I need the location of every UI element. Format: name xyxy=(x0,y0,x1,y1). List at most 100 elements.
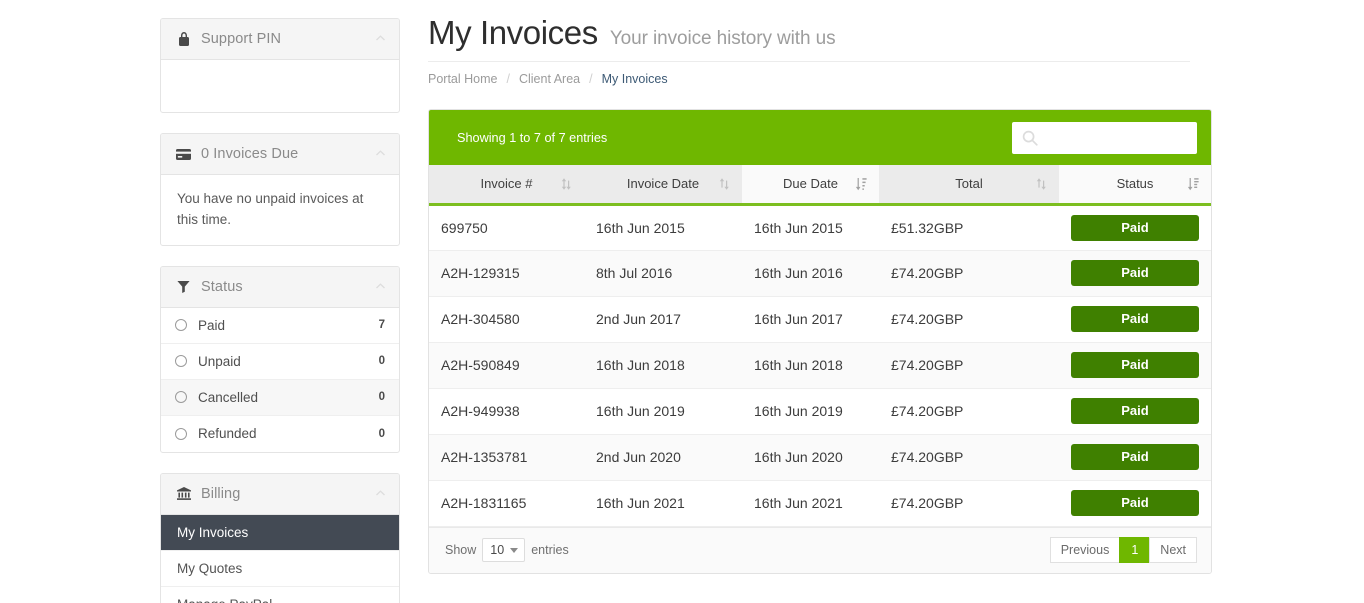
pagination: Previous 1 Next xyxy=(1049,537,1197,563)
panel-billing-header[interactable]: Billing xyxy=(161,473,399,515)
page-length-value: 10 xyxy=(490,543,505,557)
status-badge[interactable]: Paid xyxy=(1071,214,1199,241)
column-header-total[interactable]: Total xyxy=(879,165,1059,206)
cell-status: Paid xyxy=(1059,342,1211,389)
cell-total: £74.20GBP xyxy=(879,434,1059,481)
status-filter-count: 0 xyxy=(378,427,385,440)
status-filter-cancelled[interactable]: Cancelled 0 xyxy=(161,379,399,416)
panel-invoices-due-title: 0 Invoices Due xyxy=(201,146,299,162)
cell-due-date: 16th Jun 2015 xyxy=(742,204,879,251)
search-input[interactable] xyxy=(1012,121,1197,154)
panel-status: Status Paid 7 Unpaid 0 Cancelled 0 Refun… xyxy=(160,265,400,453)
chevron-up-icon[interactable] xyxy=(375,281,386,292)
panel-billing-title: Billing xyxy=(201,485,241,502)
column-label: Invoice # xyxy=(480,176,533,192)
column-label: Total xyxy=(955,176,983,192)
lock-icon xyxy=(175,31,192,47)
sidebar-item-my-quotes[interactable]: My Quotes xyxy=(161,551,399,587)
table-row[interactable]: A2H-129315 8th Jul 2016 16th Jun 2016 £7… xyxy=(429,250,1211,297)
radio-icon xyxy=(175,355,187,368)
column-header-invoice-date[interactable]: Invoice Date xyxy=(584,165,742,206)
cell-invoice-date: 2nd Jun 2017 xyxy=(584,296,742,343)
page-header: My Invoices Your invoice history with us xyxy=(428,14,1190,61)
cell-invoice-number: A2H-129315 xyxy=(429,250,584,297)
chevron-up-icon[interactable] xyxy=(375,33,386,44)
panel-status-header[interactable]: Status xyxy=(161,266,399,308)
page-title: My Invoices xyxy=(428,14,598,51)
breadcrumb-item-client-area[interactable]: Client Area xyxy=(519,72,580,86)
cell-invoice-number: A2H-1353781 xyxy=(429,434,584,481)
bank-icon xyxy=(175,486,192,502)
status-filter-count: 7 xyxy=(378,319,385,332)
pagination-next[interactable]: Next xyxy=(1149,537,1197,563)
status-filter-label: Cancelled xyxy=(198,389,259,405)
status-badge[interactable]: Paid xyxy=(1071,398,1199,424)
radio-icon xyxy=(175,391,187,404)
sidebar-item-my-invoices[interactable]: My Invoices xyxy=(161,514,399,551)
status-filter-unpaid[interactable]: Unpaid 0 xyxy=(161,344,399,380)
status-filter-label: Paid xyxy=(198,317,226,333)
cell-invoice-date: 16th Jun 2019 xyxy=(584,388,742,435)
panel-invoices-due-header[interactable]: 0 Invoices Due xyxy=(161,134,399,175)
column-header-invoice-number[interactable]: Invoice # xyxy=(429,165,584,206)
pagination-page-1[interactable]: 1 xyxy=(1119,537,1150,563)
page-root: Support PIN 0 Invoices Due You have no u… xyxy=(0,0,1364,603)
breadcrumb: Portal Home / Client Area / My Invoices xyxy=(428,61,1190,86)
status-badge[interactable]: Paid xyxy=(1071,444,1199,470)
table-row[interactable]: A2H-1353781 2nd Jun 2020 16th Jun 2020 £… xyxy=(429,434,1211,481)
cell-status: Paid xyxy=(1059,204,1211,251)
column-header-status[interactable]: Status xyxy=(1059,165,1211,206)
status-filter-refunded[interactable]: Refunded 0 xyxy=(161,416,399,452)
pagination-previous[interactable]: Previous xyxy=(1049,537,1120,563)
chevron-down-icon xyxy=(510,548,519,553)
status-badge[interactable]: Paid xyxy=(1071,352,1199,378)
status-badge[interactable]: Paid xyxy=(1071,260,1199,286)
breadcrumb-item-portal-home[interactable]: Portal Home xyxy=(428,72,497,86)
status-filter-list: Paid 7 Unpaid 0 Cancelled 0 Refunded 0 xyxy=(161,308,399,452)
cell-due-date: 16th Jun 2017 xyxy=(742,296,879,343)
table-row[interactable]: A2H-304580 2nd Jun 2017 16th Jun 2017 £7… xyxy=(429,296,1211,343)
status-filter-count: 0 xyxy=(378,391,385,404)
cell-invoice-number: A2H-1831165 xyxy=(429,480,584,527)
cell-status: Paid xyxy=(1059,388,1211,435)
chevron-up-icon[interactable] xyxy=(375,488,386,499)
panel-support-pin: Support PIN xyxy=(160,18,400,113)
billing-nav-list: My Invoices My Quotes Manage PayPal xyxy=(161,514,399,603)
cell-due-date: 16th Jun 2021 xyxy=(742,480,879,527)
cell-invoice-number: A2H-304580 xyxy=(429,296,584,343)
table-row[interactable]: A2H-590849 16th Jun 2018 16th Jun 2018 £… xyxy=(429,342,1211,389)
sort-both-icon xyxy=(560,177,572,191)
status-filter-paid[interactable]: Paid 7 xyxy=(161,308,399,344)
table-row[interactable]: 699750 16th Jun 2015 16th Jun 2015 £51.3… xyxy=(429,204,1211,251)
column-header-due-date[interactable]: Due Date xyxy=(742,165,879,206)
cell-total: £74.20GBP xyxy=(879,342,1059,389)
panel-billing: Billing My Invoices My Quotes Manage Pay… xyxy=(160,472,400,603)
page-length-select[interactable]: 10 xyxy=(482,538,526,562)
filter-icon xyxy=(175,279,192,295)
cell-invoice-number: 699750 xyxy=(429,204,584,251)
cell-status: Paid xyxy=(1059,480,1211,527)
breadcrumb-item-my-invoices[interactable]: My Invoices xyxy=(602,72,668,86)
table-row[interactable]: A2H-1831165 16th Jun 2021 16th Jun 2021 … xyxy=(429,480,1211,527)
status-filter-label: Refunded xyxy=(198,426,257,442)
breadcrumb-separator: / xyxy=(506,72,510,86)
table-header-row: Invoice # Invoice Date Due Date Total St… xyxy=(429,165,1211,206)
cell-invoice-number: A2H-590849 xyxy=(429,342,584,389)
sidebar-item-manage-paypal[interactable]: Manage PayPal xyxy=(161,587,399,603)
chevron-up-icon[interactable] xyxy=(375,148,386,159)
invoices-table: Invoice # Invoice Date Due Date Total St… xyxy=(429,165,1211,527)
sort-both-icon xyxy=(718,177,730,191)
invoices-table-body: 699750 16th Jun 2015 16th Jun 2015 £51.3… xyxy=(429,204,1211,527)
cell-invoice-date: 2nd Jun 2020 xyxy=(584,434,742,481)
status-badge[interactable]: Paid xyxy=(1071,306,1199,332)
cell-due-date: 16th Jun 2019 xyxy=(742,388,879,435)
invoices-table-card: Showing 1 to 7 of 7 entries Invoice # In… xyxy=(428,109,1212,574)
search-box[interactable] xyxy=(1012,121,1197,154)
cell-total: £74.20GBP xyxy=(879,480,1059,527)
table-row[interactable]: A2H-949938 16th Jun 2019 16th Jun 2019 £… xyxy=(429,388,1211,435)
sidebar: Support PIN 0 Invoices Due You have no u… xyxy=(160,0,400,603)
panel-support-pin-title: Support PIN xyxy=(201,31,282,47)
status-badge[interactable]: Paid xyxy=(1071,490,1199,516)
show-label: Show xyxy=(445,543,477,557)
panel-support-pin-header[interactable]: Support PIN xyxy=(161,19,399,60)
